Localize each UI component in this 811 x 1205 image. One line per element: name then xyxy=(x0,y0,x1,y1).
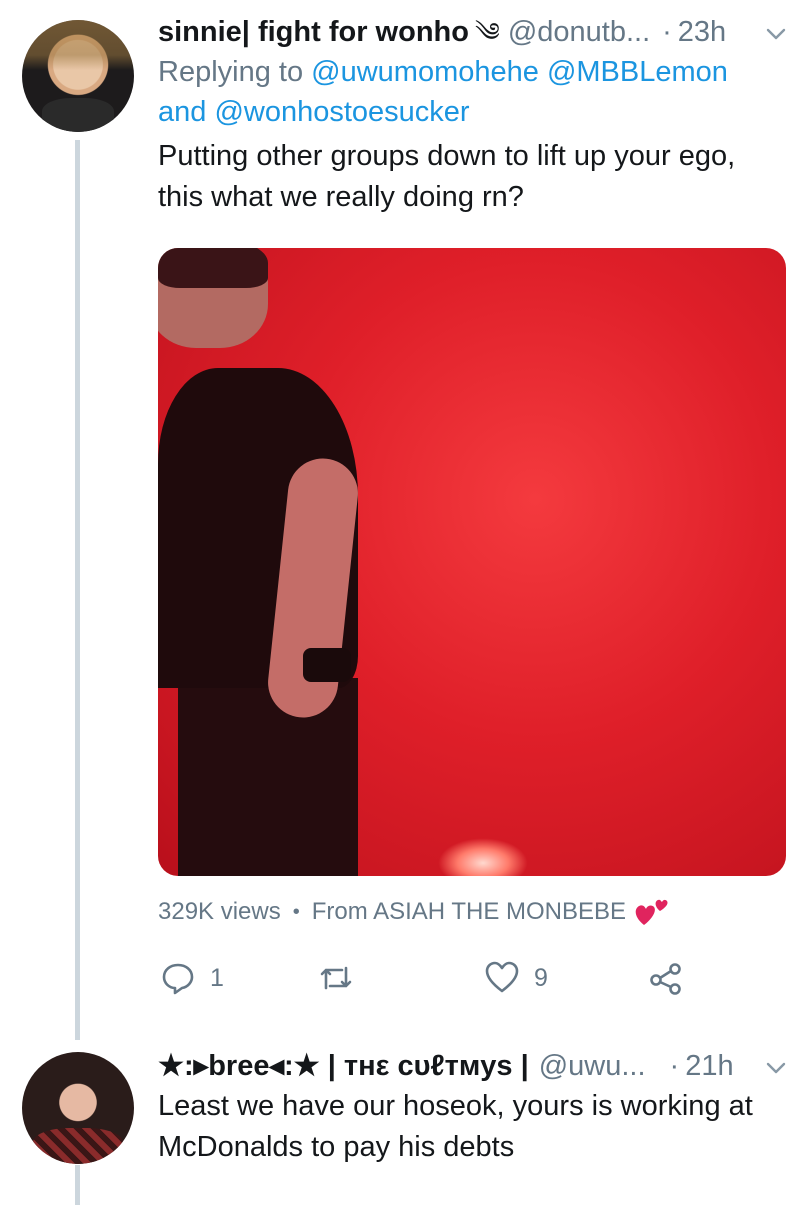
performer-figure xyxy=(303,648,351,682)
mention-link[interactable]: @MBBLemon xyxy=(547,56,728,88)
retweet-icon xyxy=(320,966,352,990)
tweet-text-line: this what we really doing rn? xyxy=(158,181,524,213)
avatar[interactable] xyxy=(22,20,134,132)
display-name[interactable]: ★:▸bree◂:★ | тнε ᴄᴜℓᴛᴍyѕ | xyxy=(158,1046,529,1086)
retweet-button[interactable] xyxy=(318,960,354,996)
reply-button[interactable]: 1 xyxy=(160,960,224,996)
performer-figure xyxy=(158,248,268,288)
and-word[interactable]: and xyxy=(158,96,206,128)
share-button[interactable] xyxy=(648,960,684,996)
separator-dot: · xyxy=(662,16,672,48)
tweet-header: ★:▸bree◂:★ | тнε ᴄᴜℓᴛᴍyѕ | @uwu... · 21h xyxy=(158,1046,788,1086)
timestamp[interactable]: 21h xyxy=(685,1046,733,1086)
replying-to: Replying to @uwumomohehe @MBBLemon and @… xyxy=(158,52,788,132)
tweet-actions: 1 9 xyxy=(158,960,688,1010)
tweet: ★:▸bree◂:★ | тнε ᴄᴜℓᴛᴍyѕ | @uwu... · 21h… xyxy=(158,1046,788,1168)
like-count: 9 xyxy=(534,963,548,992)
tweet-text-line: Putting other groups down to lift up you… xyxy=(158,140,736,172)
replying-prefix: Replying to xyxy=(158,56,304,88)
chevron-down-icon[interactable] xyxy=(764,22,788,46)
tweet: sinnie| fight for wonho ༄ @donutb... · 2… xyxy=(158,12,788,218)
reply-count: 1 xyxy=(210,963,224,992)
stage-light xyxy=(438,838,528,876)
video-media[interactable] xyxy=(158,248,786,876)
mention-link[interactable]: @uwumomohehe xyxy=(311,56,539,88)
handle[interactable]: @uwu... xyxy=(539,1046,646,1086)
thread-line xyxy=(75,1165,80,1205)
avatar[interactable] xyxy=(22,1052,134,1164)
reply-icon xyxy=(162,963,194,995)
like-button[interactable]: 9 xyxy=(484,960,548,996)
tweet-text: Putting other groups down to lift up you… xyxy=(158,136,788,218)
display-name[interactable]: sinnie| fight for wonho xyxy=(158,12,469,52)
tweet-text-line: Least we have our hoseok, yours is worki… xyxy=(158,1090,753,1122)
timestamp[interactable]: 23h xyxy=(678,12,726,52)
swirl-icon: ༄ xyxy=(474,17,500,47)
tweet-text-line: McDonalds to pay his debts xyxy=(158,1131,515,1163)
mention-link[interactable]: @wonhostoesucker xyxy=(214,96,469,128)
heart-icon xyxy=(485,961,519,993)
performer-figure xyxy=(178,678,358,876)
two-hearts-icon xyxy=(635,899,668,925)
tweet-text: Least we have our hoseok, yours is worki… xyxy=(158,1086,788,1168)
tweet-header: sinnie| fight for wonho ༄ @donutb... · 2… xyxy=(158,12,788,52)
separator-dot: • xyxy=(292,900,300,923)
view-count: 329K views xyxy=(158,898,281,925)
chevron-down-icon[interactable] xyxy=(764,1056,788,1080)
thread-line xyxy=(75,140,80,1040)
handle[interactable]: @donutb... xyxy=(508,12,650,52)
video-source[interactable]: From ASIAH THE MONBEBE xyxy=(312,898,626,926)
separator-dot: · xyxy=(669,1050,680,1082)
video-meta: 329K views • From ASIAH THE MONBEBE xyxy=(158,895,672,929)
share-icon xyxy=(650,963,681,995)
